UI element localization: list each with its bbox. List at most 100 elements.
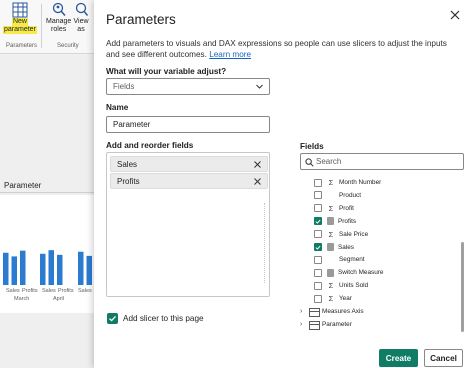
variable-dropdown[interactable]: Fields xyxy=(106,78,270,95)
field-row[interactable]: Segment xyxy=(314,253,365,266)
reorder-scroll-track xyxy=(263,203,265,283)
table-icon xyxy=(309,307,320,317)
selected-field-chip[interactable]: Profits xyxy=(110,173,268,189)
selected-field-chip[interactable]: Sales xyxy=(110,156,268,172)
view-as-label-2: as xyxy=(77,26,85,33)
dialog-description: Add parameters to visuals and DAX expres… xyxy=(106,38,458,60)
month-label: March xyxy=(14,296,30,302)
view-as-button[interactable]: View as xyxy=(73,2,89,34)
field-row[interactable]: Σ Units Sold xyxy=(314,279,368,292)
ribbon-group-parameters: Parameters xyxy=(6,43,38,49)
add-slicer-checkbox-row[interactable]: Add slicer to this page xyxy=(107,313,204,324)
calculator-icon xyxy=(327,217,334,226)
field-checkbox[interactable] xyxy=(314,281,322,290)
background-app: New parameter Manage roles View as Param… xyxy=(0,0,94,368)
close-icon[interactable] xyxy=(448,8,462,22)
column-bar xyxy=(11,256,17,285)
add-slicer-checkbox[interactable] xyxy=(107,313,118,324)
ribbon: New parameter Manage roles View as Param… xyxy=(0,0,94,54)
fields-pane-title: Fields xyxy=(300,142,324,151)
field-list-scrollbar[interactable] xyxy=(461,242,464,332)
field-label: Sales xyxy=(338,243,354,251)
ribbon-group-security: Security xyxy=(57,43,79,49)
sigma-icon: Σ xyxy=(328,281,334,291)
ribbon-separator xyxy=(41,4,42,48)
table-row[interactable]: › Parameter xyxy=(300,318,352,331)
category-label: Sales xyxy=(42,288,56,294)
field-row[interactable]: Σ Profit xyxy=(314,202,354,215)
field-row[interactable]: Profits xyxy=(314,215,356,228)
add-slicer-label: Add slicer to this page xyxy=(123,314,204,323)
table-row[interactable]: › Measures Axis xyxy=(300,305,364,318)
name-input[interactable]: Parameter xyxy=(106,116,270,133)
manage-roles-button[interactable]: Manage roles xyxy=(46,2,71,34)
reorder-label: Add and reorder fields xyxy=(106,141,194,150)
category-label: Profits xyxy=(22,288,38,294)
field-list: Σ Month Number Product Σ Profit Profits Σ Sale … xyxy=(300,176,466,336)
field-label: Profit xyxy=(339,204,354,212)
search-icon xyxy=(305,158,314,167)
sigma-icon: Σ xyxy=(328,294,334,304)
field-checkbox[interactable] xyxy=(314,294,322,303)
view-as-label-1: View xyxy=(73,18,89,25)
magnifier-person-icon xyxy=(52,2,66,16)
category-label: Profits xyxy=(58,288,74,294)
name-label: Name xyxy=(106,103,129,112)
month-label: April xyxy=(53,296,65,302)
field-checkbox[interactable] xyxy=(314,230,322,239)
table-label: Parameter xyxy=(322,320,352,328)
parameter-slicer-title: Parameter xyxy=(4,181,42,190)
calculator-icon xyxy=(327,268,334,277)
field-checkbox[interactable] xyxy=(314,255,322,264)
create-button[interactable]: Create xyxy=(379,349,418,367)
chevron-right-icon[interactable]: › xyxy=(300,321,306,328)
field-checkbox[interactable] xyxy=(314,204,322,213)
field-label: Units Sold xyxy=(339,282,369,290)
dialog-title: Parameters xyxy=(106,12,176,27)
column-bar xyxy=(20,250,26,285)
new-parameter-label-2: parameter xyxy=(3,26,37,34)
column-bar xyxy=(3,252,9,285)
remove-icon[interactable] xyxy=(253,177,262,186)
category-label: Sales xyxy=(78,288,92,294)
slicer-divider xyxy=(0,192,94,193)
field-row[interactable]: Product xyxy=(314,189,361,202)
table-icon xyxy=(309,320,320,330)
manage-roles-label-2: roles xyxy=(51,26,67,33)
report-canvas: Parameter Sales Profits Sales Profits Sa… xyxy=(0,55,94,368)
field-checkbox[interactable] xyxy=(314,217,322,226)
field-row[interactable]: Sales xyxy=(314,241,354,254)
chevron-right-icon[interactable]: › xyxy=(300,308,306,315)
sigma-icon: Σ xyxy=(328,178,334,187)
field-checkbox[interactable] xyxy=(314,191,322,200)
field-row[interactable]: Switch Measure xyxy=(314,266,383,279)
cancel-button[interactable]: Cancel xyxy=(424,349,463,367)
field-row[interactable]: Σ Sale Price xyxy=(314,228,368,241)
new-parameter-button[interactable]: New parameter xyxy=(3,2,37,34)
column-bar xyxy=(78,251,84,285)
variable-label: What will your variable adjust? xyxy=(106,67,227,76)
field-checkbox[interactable] xyxy=(314,268,322,277)
fields-search-input[interactable]: Search xyxy=(300,153,464,170)
field-row[interactable]: Σ Year xyxy=(314,292,352,305)
field-checkbox[interactable] xyxy=(314,243,322,251)
parameters-dialog: Parameters Add parameters to visuals and… xyxy=(94,0,474,368)
reorder-fields-box[interactable]: Sales Profits xyxy=(106,152,270,297)
chip-label: Profits xyxy=(117,177,140,186)
remove-icon[interactable] xyxy=(253,160,262,169)
checkmark-icon xyxy=(315,219,321,224)
field-checkbox[interactable] xyxy=(314,178,322,187)
table-label: Measures Axis xyxy=(322,308,364,315)
view-as-icon xyxy=(75,2,89,16)
field-label: Switch Measure xyxy=(338,269,384,277)
description-text: Add parameters to visuals and DAX expres… xyxy=(106,39,447,59)
field-row[interactable]: Σ Month Number xyxy=(314,176,381,189)
learn-more-link[interactable]: Learn more xyxy=(209,50,251,59)
manage-roles-label-1: Manage xyxy=(46,18,72,25)
column-bar xyxy=(40,253,46,285)
variable-value: Fields xyxy=(113,82,135,91)
column-bar xyxy=(86,255,92,285)
field-label: Sale Price xyxy=(339,230,369,238)
column-bar xyxy=(48,250,54,285)
table-grid-icon xyxy=(12,2,28,18)
